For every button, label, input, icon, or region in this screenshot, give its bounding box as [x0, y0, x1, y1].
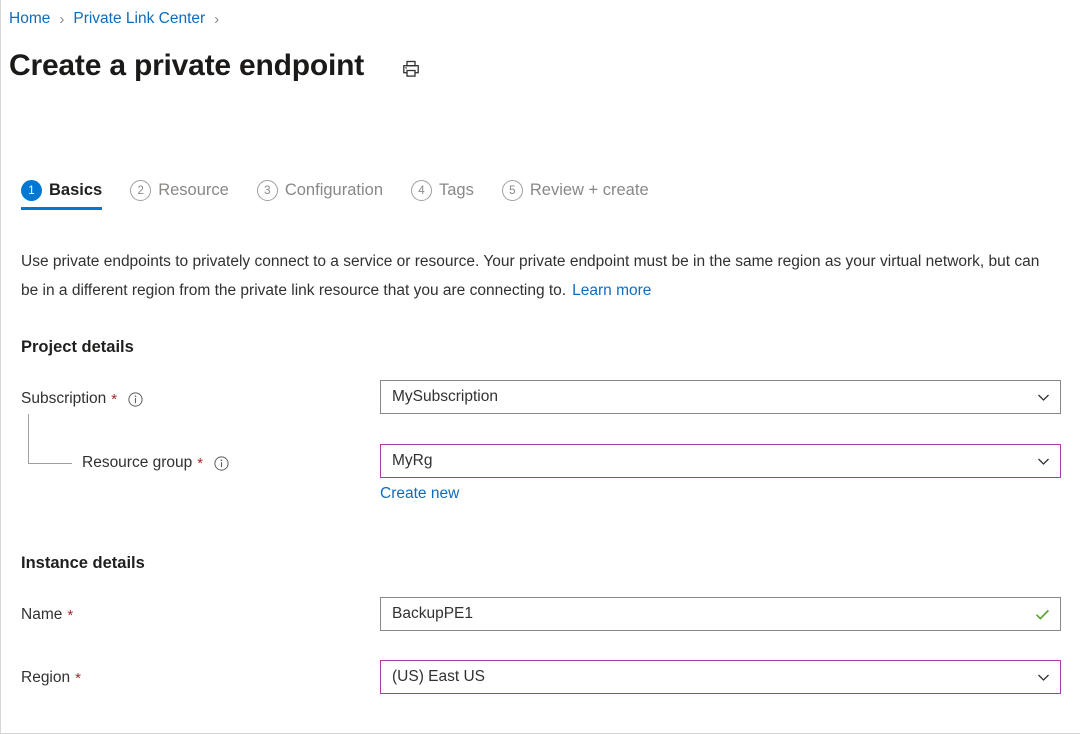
- resource-group-value: MyRg: [392, 452, 433, 469]
- tab-number-badge: 1: [21, 180, 42, 201]
- name-label: Name *: [21, 604, 73, 626]
- region-label-text: Region: [21, 669, 71, 686]
- name-label-text: Name: [21, 606, 63, 623]
- info-icon[interactable]: [128, 391, 143, 407]
- tab-resource[interactable]: 2 Resource: [130, 180, 229, 210]
- region-value: (US) East US: [392, 668, 486, 685]
- description-body: Use private endpoints to privately conne…: [21, 253, 1040, 299]
- tab-label: Basics: [49, 181, 103, 199]
- required-marker: *: [67, 606, 74, 624]
- tab-label: Configuration: [284, 181, 383, 199]
- name-input[interactable]: BackupPE1: [380, 597, 1061, 631]
- page-title: Create a private endpoint: [9, 49, 365, 82]
- chevron-down-icon: [1035, 669, 1052, 686]
- create-private-endpoint-page: Home › Private Link Center › Create a pr…: [0, 0, 1080, 734]
- required-marker: *: [111, 390, 118, 408]
- section-heading-project-details: Project details: [21, 338, 134, 356]
- chevron-down-icon: [1035, 389, 1052, 406]
- resource-group-dropdown[interactable]: MyRg: [380, 444, 1061, 478]
- tab-number-badge: 3: [256, 180, 278, 201]
- subscription-dropdown[interactable]: MySubscription: [380, 380, 1061, 414]
- subscription-label: Subscription *: [21, 388, 143, 410]
- section-heading-instance-details: Instance details: [21, 554, 145, 572]
- required-marker: *: [197, 454, 204, 472]
- title-row: Create a private endpoint: [9, 46, 424, 86]
- tab-number-badge: 5: [501, 180, 523, 201]
- resource-group-label-text: Resource group: [82, 454, 193, 471]
- tab-number-badge: 2: [130, 180, 152, 201]
- breadcrumb-item-home[interactable]: Home: [9, 10, 50, 28]
- info-icon[interactable]: [214, 455, 229, 471]
- tab-review-create[interactable]: 5 Review + create: [501, 180, 649, 210]
- region-dropdown[interactable]: (US) East US: [380, 660, 1061, 694]
- create-new-resource-group-link[interactable]: Create new: [380, 485, 459, 503]
- tab-configuration[interactable]: 3 Configuration: [256, 180, 383, 210]
- resource-group-label: Resource group *: [82, 452, 229, 474]
- breadcrumb: Home › Private Link Center ›: [9, 8, 228, 30]
- printer-icon[interactable]: [398, 56, 424, 82]
- required-marker: *: [75, 669, 81, 687]
- tab-number-badge: 4: [411, 180, 432, 201]
- checkmark-icon: [1033, 605, 1052, 624]
- tree-connector-line: [28, 414, 72, 464]
- breadcrumb-separator-icon: ›: [59, 10, 65, 28]
- chevron-down-icon: [1035, 453, 1052, 470]
- tab-label: Tags: [439, 181, 474, 199]
- name-value: BackupPE1: [392, 605, 473, 622]
- region-label: Region *: [21, 667, 81, 689]
- tab-basics[interactable]: 1 Basics: [21, 180, 103, 210]
- wizard-tabs: 1 Basics 2 Resource 3 Configuration 4 Ta…: [21, 180, 677, 210]
- subscription-label-text: Subscription: [21, 390, 107, 407]
- breadcrumb-separator-icon: ›: [214, 10, 220, 28]
- tab-label: Review + create: [529, 181, 649, 199]
- tab-tags[interactable]: 4 Tags: [411, 180, 474, 210]
- tab-label: Resource: [158, 181, 229, 199]
- learn-more-link[interactable]: Learn more: [572, 282, 651, 299]
- subscription-value: MySubscription: [392, 388, 498, 405]
- description-text: Use private endpoints to privately conne…: [21, 247, 1057, 305]
- breadcrumb-item-private-link-center[interactable]: Private Link Center: [73, 10, 205, 28]
